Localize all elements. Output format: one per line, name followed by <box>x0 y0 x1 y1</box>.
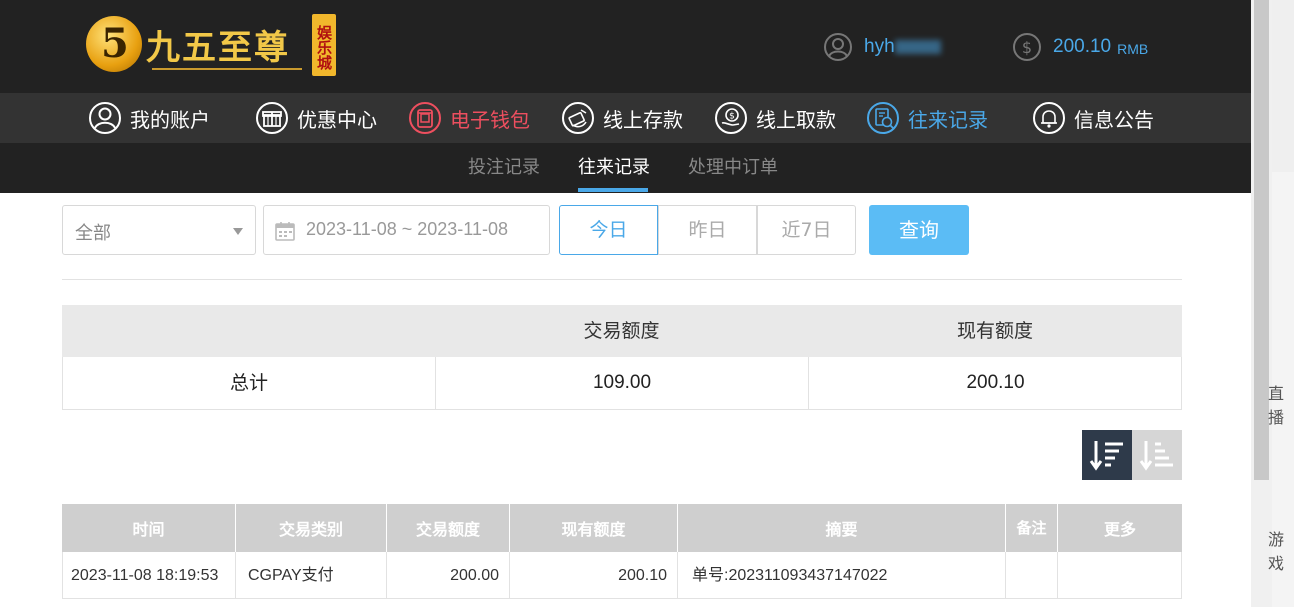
side-panel-live-label[interactable]: 直播 <box>1268 380 1294 428</box>
summary-total-amount: 109.00 <box>436 357 809 409</box>
nav-label: 电子钱包 <box>450 107 530 132</box>
sort-descending-icon <box>1089 441 1123 471</box>
sub-nav: 投注记录 往来记录 处理中订单 <box>0 143 1251 193</box>
sort-ascending-button[interactable] <box>1132 430 1182 480</box>
tab-pending-orders[interactable]: 处理中订单 <box>688 143 778 193</box>
type-select-value: 全部 <box>75 223 111 244</box>
today-button[interactable]: 今日 <box>559 205 658 255</box>
nav-label: 信息公告 <box>1074 107 1154 132</box>
username: hyh <box>864 36 944 58</box>
nav-e-wallet[interactable]: 电子钱包 <box>408 101 530 135</box>
col-summary: 摘要 <box>678 504 1006 552</box>
cell-type: CGPAY支付 <box>236 552 387 599</box>
col-amount: 交易额度 <box>387 504 510 552</box>
cell-time: 2023-11-08 18:19:53 <box>62 552 236 599</box>
active-tab-indicator <box>578 188 648 192</box>
coin-icon: $ <box>1013 33 1041 61</box>
divider <box>62 279 1182 280</box>
tab-bet-records[interactable]: 投注记录 <box>468 143 540 193</box>
summary-table: 交易额度 现有额度 总计 109.00 200.10 <box>62 305 1182 410</box>
calendar-icon <box>275 222 295 241</box>
logo-badge: 娱乐城 <box>312 14 336 76</box>
user-info[interactable]: hyh <box>824 32 944 62</box>
summary-total-balance: 200.10 <box>966 372 1025 393</box>
type-select[interactable]: 全部 <box>62 205 256 255</box>
yesterday-button[interactable]: 昨日 <box>658 205 757 255</box>
nav-online-withdraw[interactable]: $ 线上取款 <box>714 101 836 135</box>
cell-more[interactable] <box>1058 552 1182 599</box>
nav-my-account[interactable]: 我的账户 <box>88 101 210 135</box>
nav-online-deposit[interactable]: 线上存款 <box>561 101 683 135</box>
nav-promotions[interactable]: 优惠中心 <box>255 101 377 135</box>
tab-transaction-records[interactable]: 往来记录 <box>578 143 650 193</box>
user-icon <box>824 33 852 61</box>
cell-amount: 200.00 <box>387 552 510 599</box>
search-button[interactable]: 查询 <box>869 205 969 255</box>
table-row: 2023-11-08 18:19:53 CGPAY支付 200.00 200.1… <box>62 552 1182 599</box>
deposit-icon <box>562 102 594 134</box>
vertical-scrollbar[interactable] <box>1251 0 1272 607</box>
side-floating-panel: 直播 游戏 <box>1268 0 1294 607</box>
balance-amount: 200.10 <box>1053 36 1112 57</box>
logo-digit: 5 <box>101 20 129 67</box>
sort-ascending-icon <box>1139 441 1173 471</box>
nav-label: 我的账户 <box>130 107 210 132</box>
caret-down-icon <box>233 228 243 235</box>
nav-label: 线上取款 <box>756 107 836 132</box>
col-balance: 现有额度 <box>510 504 678 552</box>
wallet-icon <box>409 102 441 134</box>
cell-balance: 200.10 <box>510 552 678 599</box>
gift-icon <box>256 102 288 134</box>
col-more: 更多 <box>1103 520 1136 539</box>
col-type: 交易类别 <box>236 504 387 552</box>
summary-header-amount: 交易额度 <box>583 320 660 342</box>
user-circle-icon <box>89 102 121 134</box>
svg-text:$: $ <box>729 112 735 122</box>
balance-info: $ 200.10 RMB <box>1013 32 1148 62</box>
date-range-value: 2023-11-08 ~ 2023-11-08 <box>306 219 508 239</box>
nav-transaction-records[interactable]: 往来记录 <box>866 101 988 135</box>
col-time: 时间 <box>62 504 236 552</box>
records-table-header: 时间 交易类别 交易额度 现有额度 摘要 备注 更多 <box>62 504 1182 552</box>
cell-summary: 单号:202311093437147022 <box>678 552 1006 599</box>
col-remark: 备注 <box>1006 504 1058 552</box>
withdraw-icon: $ <box>715 102 747 134</box>
main-content: 5 九五至尊 娱乐城 hyh $ 200.10 RMB 我的账户 优惠中心 电子… <box>0 0 1251 607</box>
sort-descending-button[interactable] <box>1082 430 1132 480</box>
nav-label: 往来记录 <box>908 107 988 132</box>
summary-header-blank <box>62 305 435 357</box>
balance-currency: RMB <box>1117 41 1149 57</box>
summary-header: 交易额度 现有额度 <box>62 305 1182 357</box>
svg-text:$: $ <box>1022 38 1032 57</box>
scrollbar-thumb[interactable] <box>1254 0 1269 480</box>
summary-header-balance: 现有额度 <box>956 320 1033 342</box>
nav-announcements[interactable]: 信息公告 <box>1032 101 1154 135</box>
nav-label: 线上存款 <box>603 107 683 132</box>
date-range-input[interactable]: 2023-11-08 ~ 2023-11-08 <box>263 205 550 255</box>
cell-remark <box>1006 552 1058 599</box>
last-7-days-button[interactable]: 近7日 <box>757 205 856 255</box>
page: 5 九五至尊 娱乐城 hyh $ 200.10 RMB 我的账户 优惠中心 电子… <box>0 0 1294 607</box>
site-logo[interactable]: 5 九五至尊 娱乐城 <box>86 14 338 80</box>
summary-total-label: 总计 <box>63 357 436 409</box>
main-nav: 我的账户 优惠中心 电子钱包 线上存款 $ 线上取款 往来记录 信息公告 <box>0 93 1251 143</box>
side-panel-game-label[interactable]: 游戏 <box>1268 526 1294 574</box>
logo-text: 九五至尊 <box>146 28 290 68</box>
bell-icon <box>1033 102 1065 134</box>
nav-label: 优惠中心 <box>297 107 377 132</box>
top-header: 5 九五至尊 娱乐城 hyh $ 200.10 RMB <box>0 0 1251 93</box>
logo-ornament <box>152 68 302 70</box>
summary-row: 总计 109.00 200.10 <box>62 357 1182 410</box>
records-icon <box>867 102 899 134</box>
